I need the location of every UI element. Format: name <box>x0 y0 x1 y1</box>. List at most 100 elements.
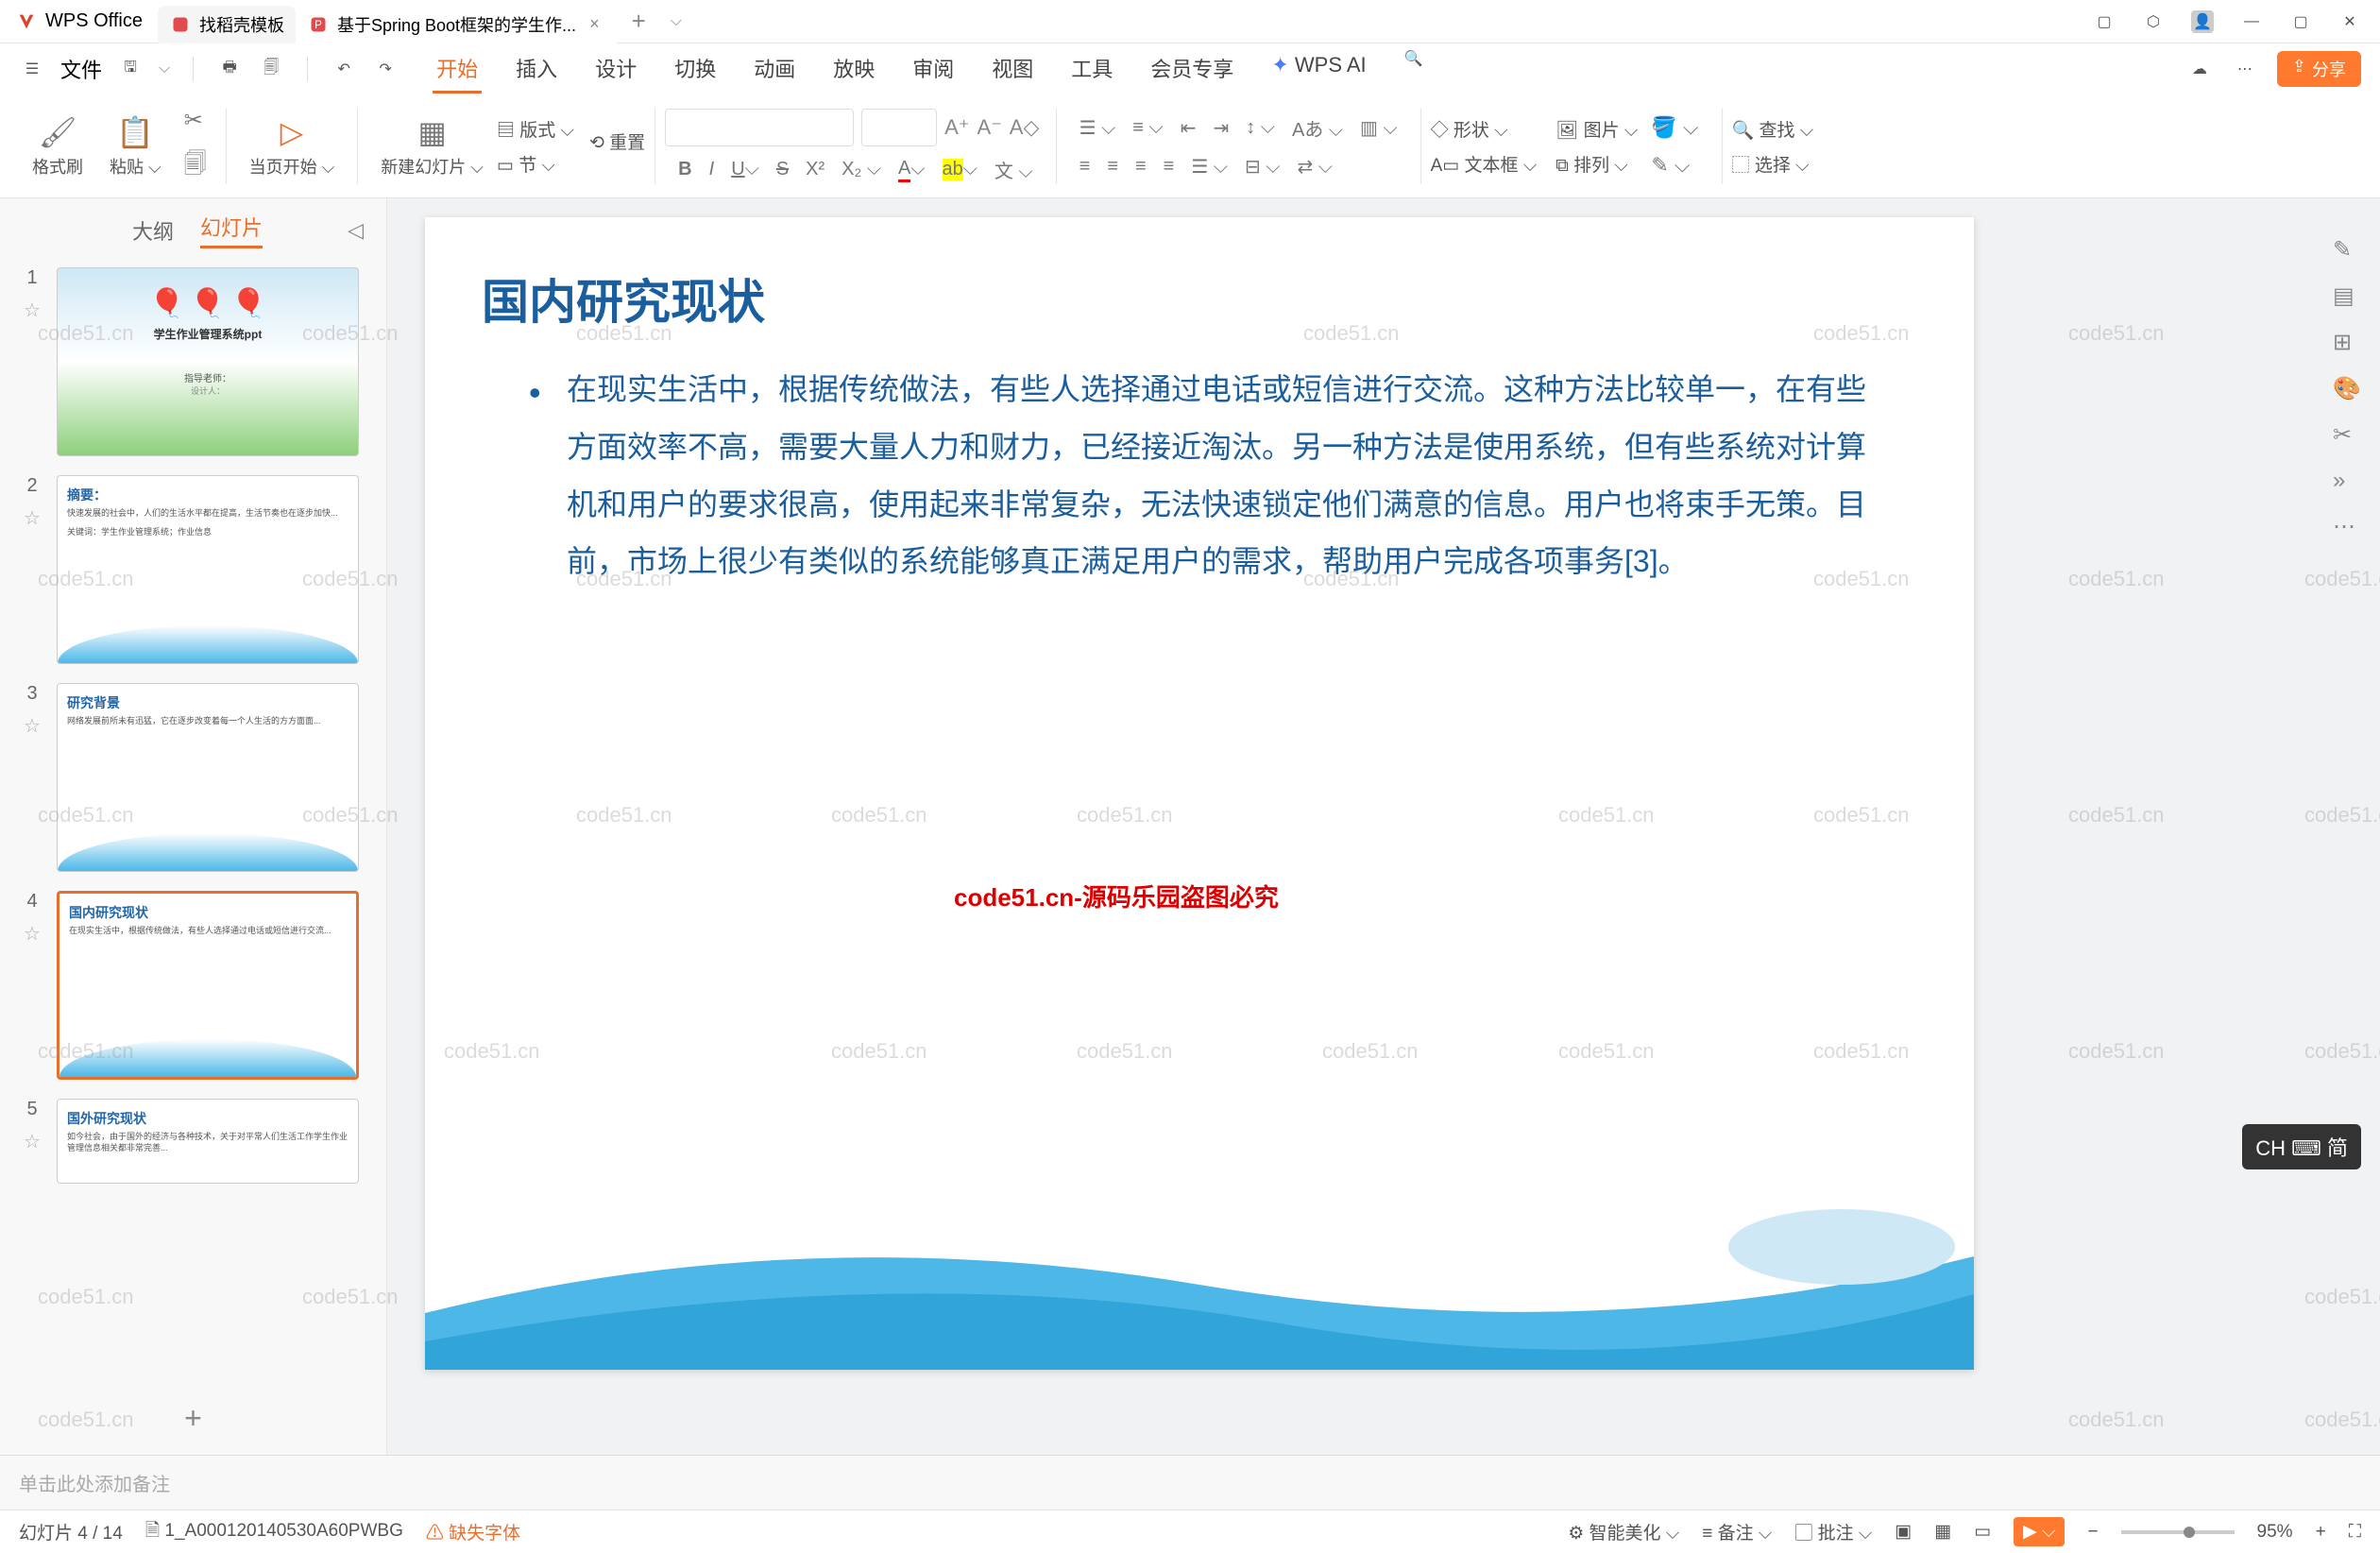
sorter-view-icon[interactable]: ▦ <box>1934 1521 1951 1543</box>
select-button[interactable]: ⬚ 选择 ⌵ <box>1732 151 1814 177</box>
fit-view-icon[interactable]: ⛶ <box>2349 1522 2361 1543</box>
indent-dec-button[interactable]: ⇤ <box>1181 114 1197 142</box>
underline-button[interactable]: U ⌵ <box>731 156 759 183</box>
collapse-panel-icon[interactable]: ◁ <box>348 218 364 243</box>
thumbnail-list[interactable]: 1☆ 🎈🎈🎈 学生作业管理系统ppt 指导老师： 设计人： 2☆ 摘要： 快速发… <box>0 258 386 1382</box>
clear-format-icon[interactable]: A◇ <box>1010 115 1040 140</box>
star-icon[interactable]: ☆ <box>24 714 41 738</box>
font-family-select[interactable] <box>665 109 854 146</box>
slide-thumbnail-5[interactable]: 国外研究现状 如今社会，由于国外的经济与各种技术，关于对平常人们生活工作学生作业… <box>57 1099 359 1184</box>
tab-slideshow[interactable]: 放映 <box>829 45 878 94</box>
minimize-button[interactable]: — <box>2240 10 2263 33</box>
rtl-button[interactable]: ⇄ ⌵ <box>1297 155 1332 179</box>
indent-inc-button[interactable]: ⇥ <box>1213 114 1229 142</box>
tool-chevrons-icon[interactable]: » <box>2333 468 2380 494</box>
superscript-button[interactable]: X² <box>806 156 824 183</box>
share-button[interactable]: ⇪分享 <box>2277 51 2361 87</box>
tool-ruler-icon[interactable]: ⊞ <box>2333 329 2380 356</box>
paste-button[interactable]: 📋粘贴 ⌵ <box>96 114 175 179</box>
save-icon[interactable]: 🖫 <box>117 56 144 82</box>
outline-color-button[interactable]: ✎ ⌵ <box>1651 153 1698 178</box>
bullets-button[interactable]: ☰ ⌵ <box>1080 114 1116 142</box>
increase-font-icon[interactable]: A⁺ <box>944 115 969 140</box>
tab-tools[interactable]: 工具 <box>1067 45 1116 94</box>
find-button[interactable]: 🔍 查找 ⌵ <box>1732 116 1814 142</box>
avatar-icon[interactable]: 👤 <box>2191 10 2214 33</box>
undo-icon[interactable]: ↶ <box>331 56 357 82</box>
star-icon[interactable]: ☆ <box>24 506 41 530</box>
slideshow-button[interactable]: ▶ ⌵ <box>2014 1517 2065 1546</box>
reading-view-icon[interactable]: ▭ <box>1974 1521 1991 1543</box>
zoom-slider[interactable] <box>2121 1530 2235 1534</box>
slides-tab[interactable]: 幻灯片 <box>200 212 263 248</box>
slide-thumbnail-2[interactable]: 摘要： 快速发展的社会中，人们的生活水平都在提高，生活节奏也在逐步加快... 关… <box>57 475 359 664</box>
tool-pencil-icon[interactable]: ✎ <box>2333 236 2380 264</box>
maximize-button[interactable]: ▢ <box>2289 10 2312 33</box>
tab-design[interactable]: 设计 <box>591 45 640 94</box>
zoom-in-button[interactable]: + <box>2316 1522 2326 1543</box>
new-slide-button[interactable]: ▦新建幻灯片 ⌵ <box>367 114 497 179</box>
line-spacing-button[interactable]: ↕ ⌵ <box>1246 114 1275 142</box>
text-direction-button[interactable]: Aあ ⌵ <box>1292 114 1343 142</box>
notes-area[interactable]: 单击此处添加备注 <box>0 1455 2380 1510</box>
normal-view-icon[interactable]: ▣ <box>1895 1521 1912 1543</box>
zoom-level[interactable]: 95% <box>2257 1522 2293 1543</box>
shape-button[interactable]: ◇ 形状 ⌵ <box>1431 116 1538 142</box>
slide-body[interactable]: 在现实生活中，根据传统做法，有些人选择通过电话或短信进行交流。这种方法比较单一，… <box>425 361 1974 590</box>
decrease-font-icon[interactable]: A⁻ <box>977 115 1001 140</box>
strike-button[interactable]: S <box>776 156 789 183</box>
align-left-button[interactable]: ≡ <box>1080 155 1091 179</box>
from-current-button[interactable]: ▷当页开始 ⌵ <box>236 114 348 179</box>
tab-transition[interactable]: 切换 <box>671 45 720 94</box>
italic-button[interactable]: I <box>709 156 715 183</box>
notes-toggle[interactable]: ≡ 备注 ⌵ <box>1702 1519 1772 1544</box>
template-tab[interactable]: 找稻壳模板 <box>158 6 296 43</box>
file-menu[interactable]: 文件 <box>60 54 102 84</box>
print-icon[interactable]: 🖶 <box>216 56 243 82</box>
window-tile-icon[interactable]: ▢ <box>2093 10 2116 33</box>
document-tab[interactable]: P 基于Spring Boot框架的学生作... × <box>296 6 617 43</box>
app-tab[interactable]: WPS Office <box>0 0 158 43</box>
text-effect-button[interactable]: 文 ⌵ <box>994 156 1033 183</box>
tab-insert[interactable]: 插入 <box>512 45 561 94</box>
tab-ai[interactable]: ✦ WPS AI <box>1267 45 1369 94</box>
star-icon[interactable]: ☆ <box>24 1130 41 1153</box>
copy-icon[interactable]: 🗐 <box>184 147 207 186</box>
bold-button[interactable]: B <box>678 156 691 183</box>
section-button[interactable]: ▭ 节 ⌵ <box>497 151 574 177</box>
align-right-button[interactable]: ≡ <box>1135 155 1147 179</box>
cloud-icon[interactable]: ☁ <box>2186 56 2213 82</box>
hamburger-icon[interactable]: ☰ <box>19 56 45 82</box>
tool-more-icon[interactable]: ⋯ <box>2333 513 2380 540</box>
reset-button[interactable]: ⟲ 重置 <box>589 128 645 154</box>
columns-button[interactable]: ▥ ⌵ <box>1360 114 1398 142</box>
tool-palette-icon[interactable]: 🎨 <box>2333 375 2380 402</box>
vertical-align-button[interactable]: ⊟ ⌵ <box>1245 155 1280 179</box>
align-center-button[interactable]: ≡ <box>1107 155 1118 179</box>
package-icon[interactable]: ⬡ <box>2142 10 2165 33</box>
search-icon[interactable]: 🔍 <box>1401 45 1427 72</box>
align-justify-button[interactable]: ≡ <box>1164 155 1175 179</box>
tab-start[interactable]: 开始 <box>433 45 482 94</box>
new-tab-button[interactable]: + <box>617 0 661 43</box>
save-dropdown-icon[interactable]: ⌵ <box>159 60 170 77</box>
print-preview-icon[interactable]: 🗐 <box>258 56 284 82</box>
tab-view[interactable]: 视图 <box>988 45 1037 94</box>
tool-layers-icon[interactable]: ▤ <box>2333 282 2380 310</box>
tab-review[interactable]: 审阅 <box>909 45 958 94</box>
star-icon[interactable]: ☆ <box>24 922 41 946</box>
tab-animation[interactable]: 动画 <box>750 45 799 94</box>
comments-toggle[interactable]: ▢ 批注 ⌵ <box>1794 1519 1872 1544</box>
font-color-button[interactable]: A ⌵ <box>898 156 926 183</box>
beautify-button[interactable]: ⚙ 智能美化 ⌵ <box>1568 1519 1679 1544</box>
slide-thumbnail-1[interactable]: 🎈🎈🎈 学生作业管理系统ppt 指导老师： 设计人： <box>57 267 359 456</box>
slide-title[interactable]: 国内研究现状 <box>425 217 1974 361</box>
ime-indicator[interactable]: CH ⌨ 简 <box>2242 1124 2361 1169</box>
cut-icon[interactable]: ✂ <box>184 107 207 134</box>
font-size-select[interactable] <box>861 109 937 146</box>
slide-counter[interactable]: 幻灯片 4 / 14 <box>19 1519 123 1544</box>
zoom-out-button[interactable]: − <box>2087 1522 2098 1543</box>
numbering-button[interactable]: ≡ ⌵ <box>1132 114 1163 142</box>
outline-tab[interactable]: 大纲 <box>132 215 174 246</box>
slide-thumbnail-3[interactable]: 研究背景 网络发展前所未有迅猛，它在逐步改变着每一个人生活的方方面面... <box>57 683 359 872</box>
